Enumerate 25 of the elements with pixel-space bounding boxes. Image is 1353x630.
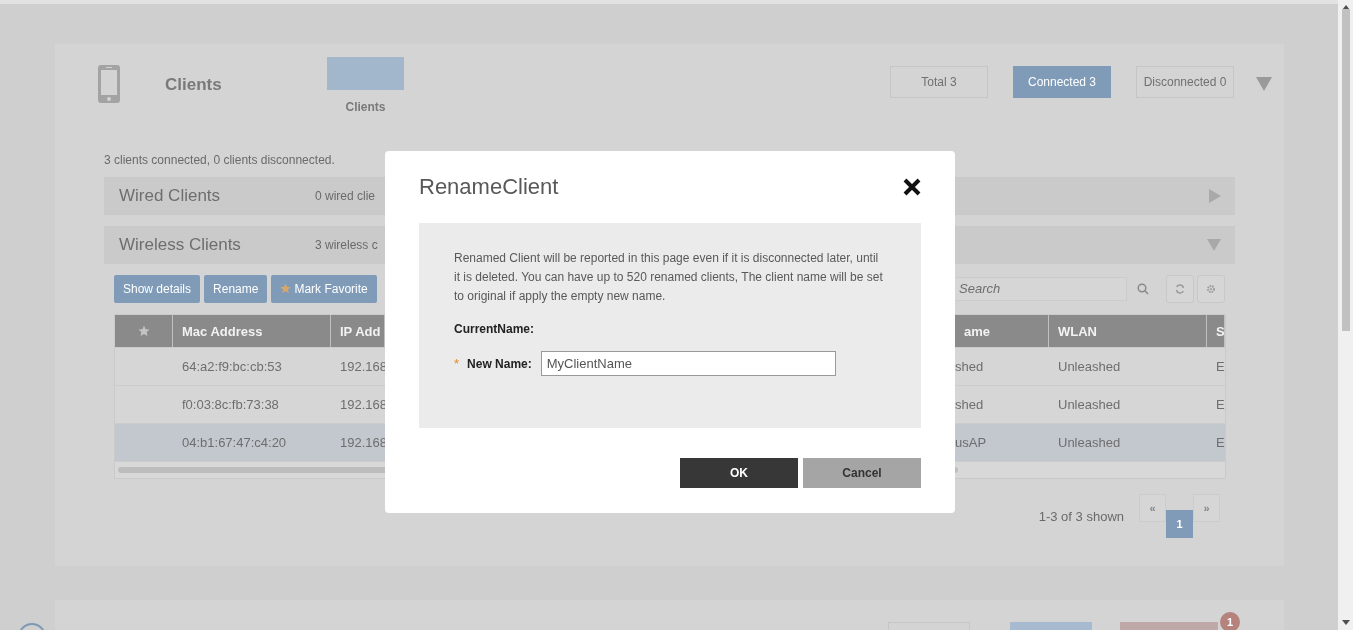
- table-cell: usAP: [955, 435, 987, 450]
- table-cell: Unleashed: [1058, 435, 1121, 450]
- table-cell: 192.168: [340, 359, 387, 374]
- table-cell: Unleashed: [1058, 359, 1121, 374]
- clients-summary: 3 clients connected, 0 clients disconnected.: [104, 153, 336, 167]
- panel-title: Clients: [165, 75, 223, 95]
- table-cell: Unleashed: [1058, 397, 1121, 412]
- table-cell: 192.168: [340, 435, 387, 450]
- dialog-message: Renamed Client will be reported in this page even if it is disconnected later, until it is deleted. You can have up to 520 renamed clients, The client name will be set to original if apply the empty new name.: [454, 250, 884, 305]
- field-label: New Name:: [467, 356, 532, 371]
- table-cell: E: [1216, 397, 1225, 412]
- table-cell: E: [1216, 435, 1225, 450]
- notification-badge: 1: [1220, 612, 1240, 630]
- table-cell: shed: [955, 359, 984, 374]
- field-label: CurrentName:: [454, 322, 535, 336]
- dialog-title: RenameClient: [419, 174, 559, 200]
- table-cell: shed: [955, 397, 984, 412]
- table-cell: 04:b1:67:47:c4:20: [182, 435, 287, 450]
- tile-label: Clients: [345, 100, 386, 114]
- table-cell: f0:03:8c:fb:73:38: [182, 397, 279, 412]
- pagination-summary: 1-3 of 3 shown: [1038, 508, 1124, 524]
- table-cell: 192.168: [340, 397, 387, 412]
- table-cell: 64:a2:f9:bc:cb:53: [182, 359, 282, 374]
- table-cell: E: [1216, 359, 1225, 374]
- required-mark: *: [454, 356, 460, 371]
